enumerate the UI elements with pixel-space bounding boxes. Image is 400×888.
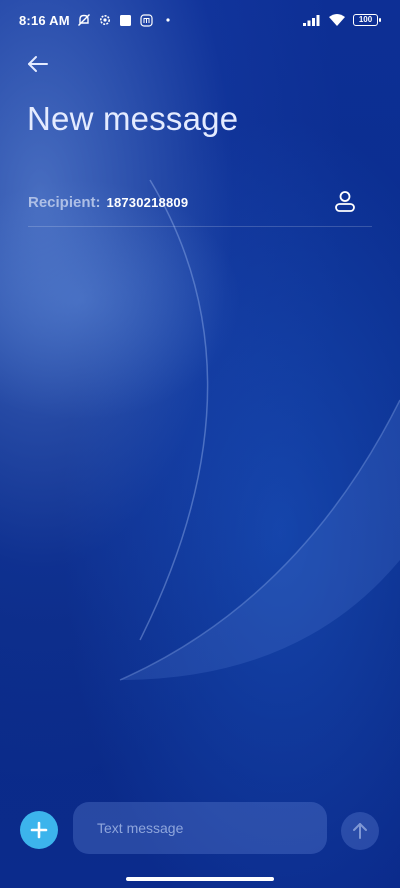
add-attachment-button[interactable]: [20, 811, 58, 849]
back-button[interactable]: [24, 50, 52, 78]
arrow-up-icon: [353, 823, 367, 839]
status-left: 8:16 AM: [19, 13, 175, 28]
status-time: 8:16 AM: [19, 12, 70, 28]
select-contact-button[interactable]: [330, 186, 360, 216]
status-right: 100: [303, 13, 381, 27]
message-input-container[interactable]: [73, 802, 327, 854]
arrow-left-icon: [28, 56, 48, 72]
status-bar: 8:16 AM 100: [0, 0, 400, 40]
mi-icon: [140, 13, 154, 27]
recipient-divider: [28, 226, 372, 227]
signal-icon: [303, 13, 321, 27]
message-input[interactable]: [97, 802, 327, 854]
plus-icon: [30, 821, 48, 839]
battery-icon: 100: [353, 14, 381, 26]
page-title: New message: [27, 100, 239, 137]
send-button[interactable]: [341, 812, 379, 850]
recipient-label: Recipient:: [28, 193, 101, 211]
notifications-off-icon: [77, 13, 91, 27]
home-indicator[interactable]: [126, 877, 274, 881]
dot-icon: [161, 13, 175, 27]
settings-gear-icon: [98, 13, 112, 27]
recipient-row[interactable]: Recipient: 18730218809: [28, 184, 372, 220]
square-notification-icon: [119, 13, 133, 27]
recipient-value[interactable]: 18730218809: [107, 195, 189, 210]
wifi-icon: [328, 13, 346, 27]
person-icon: [335, 191, 355, 212]
